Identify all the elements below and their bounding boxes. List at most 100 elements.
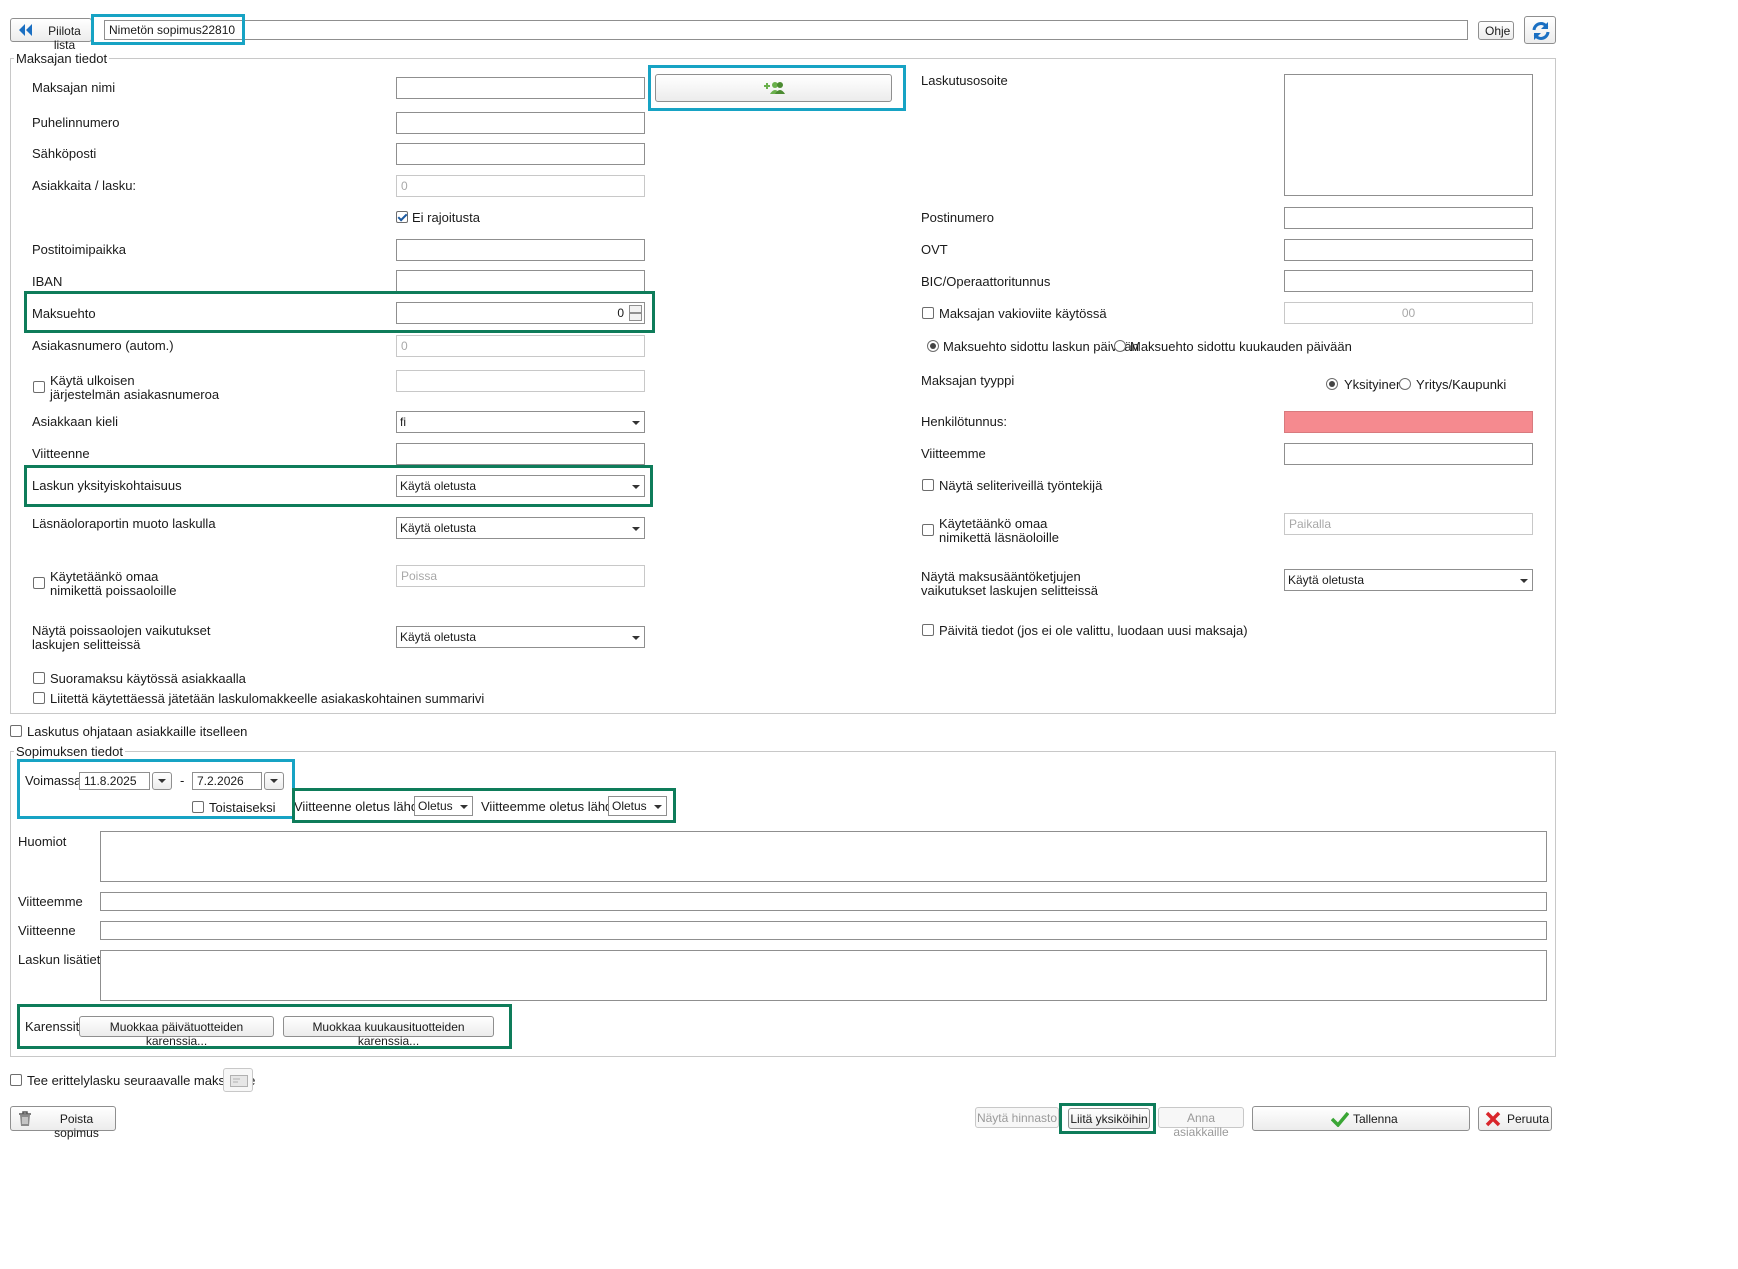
language-label: Asiakkaan kieli xyxy=(32,414,118,429)
city-input[interactable] xyxy=(396,239,645,261)
customers-per-invoice-input: 0 xyxy=(396,175,645,197)
show-prices-button[interactable]: Näytä hinnasto xyxy=(975,1107,1059,1128)
highlight-attach-units xyxy=(1059,1103,1156,1134)
highlight-select-customer xyxy=(648,65,906,111)
default-ref-label: Maksajan vakioviite käytössä xyxy=(939,306,1107,321)
double-chevron-left-icon xyxy=(19,24,32,36)
help-button[interactable]: Ohje xyxy=(1478,21,1514,40)
iban-label: IBAN xyxy=(32,274,63,289)
term-invoice-date-label: Maksuehto sidottu laskun päivään xyxy=(943,339,1139,354)
absence-title-input: Poissa xyxy=(396,565,645,587)
phone-input[interactable] xyxy=(396,112,645,134)
attendance-format-select[interactable]: Käytä oletusta xyxy=(396,517,645,539)
presence-title-input: Paikalla xyxy=(1284,513,1533,535)
bic-label: BIC/Operaattoritunnus xyxy=(921,274,1051,289)
contract-your-ref-input[interactable] xyxy=(100,921,1547,940)
invoice-extra-label: Laskun lisätieto xyxy=(18,952,108,967)
fee-rule-effects-select[interactable]: Käytä oletusta xyxy=(1284,569,1533,591)
itemized-invoice-label: Tee erittelylasku seuraavalle maksajalle xyxy=(27,1073,256,1088)
fee-rule-effects-label-2: vaikutukset laskujen selitteissä xyxy=(921,583,1099,598)
own-presence-title-label-2: nimikettä läsnäoloille xyxy=(939,530,1059,545)
attachment-summary-checkbox[interactable] xyxy=(33,692,45,704)
attendance-format-label: Läsnäoloraportin muoto laskulla xyxy=(32,516,216,531)
delete-contract-button[interactable]: Poista sopimus xyxy=(10,1106,116,1140)
your-ref-label: Viitteenne xyxy=(32,446,90,461)
highlight-validity xyxy=(17,759,295,819)
update-info-checkbox[interactable] xyxy=(922,624,934,636)
absence-effects-label-2: laskujen selitteissä xyxy=(32,637,141,652)
no-limit-checkbox[interactable] xyxy=(396,211,408,223)
own-absence-title-checkbox[interactable] xyxy=(33,577,45,589)
contract-section-title: Sopimuksen tiedot xyxy=(14,744,125,759)
contract-name-input[interactable]: Nimetön sopimus22810 xyxy=(104,20,1468,40)
phone-label: Puhelinnumero xyxy=(32,115,120,130)
self-billing-label: Laskutus ohjataan asiakkaille itselleen xyxy=(27,724,248,739)
invoice-extra-textarea[interactable] xyxy=(100,950,1547,1001)
type-private-label: Yksityinen xyxy=(1344,377,1404,392)
save-button[interactable]: Tallenna xyxy=(1252,1106,1470,1131)
billing-address-label: Laskutusosoite xyxy=(921,73,1008,88)
highlight-payment-term xyxy=(24,291,655,333)
customers-per-invoice-label: Asiakkaita / lasku: xyxy=(32,178,137,193)
contract-our-ref-input[interactable] xyxy=(100,892,1547,911)
type-company-radio[interactable] xyxy=(1399,378,1411,390)
own-absence-title-label-2: nimikettä poissaoloille xyxy=(50,583,177,598)
city-label: Postitoimipaikka xyxy=(32,242,126,257)
highlight-contract-name xyxy=(91,14,245,45)
email-label: Sähköposti xyxy=(32,146,97,161)
bic-input[interactable] xyxy=(1284,270,1533,292)
language-select[interactable]: fi xyxy=(396,411,645,433)
notes-label: Huomiot xyxy=(18,834,67,849)
postal-code-label: Postinumero xyxy=(921,210,994,225)
check-icon xyxy=(1331,1111,1349,1127)
own-presence-title-checkbox[interactable] xyxy=(922,524,934,536)
refresh-icon xyxy=(1532,22,1550,40)
payer-name-label: Maksajan nimi xyxy=(32,80,116,95)
term-month-day-label: Maksuehto sidottu kuukauden päivään xyxy=(1130,339,1352,354)
attachment-summary-label: Liitettä käytettäessä jätetään laskuloma… xyxy=(50,691,485,706)
absence-effects-select[interactable]: Käytä oletusta xyxy=(396,626,645,648)
contract-your-ref-label: Viitteenne xyxy=(18,923,76,938)
your-ref-input[interactable] xyxy=(396,443,645,465)
select-payer-button[interactable] xyxy=(223,1068,253,1092)
highlight-waiting xyxy=(17,1004,512,1049)
payer-name-input[interactable] xyxy=(396,77,645,99)
hide-list-button[interactable]: Piilota lista xyxy=(10,18,92,52)
highlight-ref-sources xyxy=(292,788,676,823)
our-ref-input[interactable] xyxy=(1284,443,1533,465)
direct-payment-checkbox[interactable] xyxy=(33,672,45,684)
payer-type-label: Maksajan tyyppi xyxy=(921,373,1015,388)
show-employee-label: Näytä seliteriveillä työntekijä xyxy=(939,478,1103,493)
update-info-label: Päivitä tiedot (jos ei ole valittu, luod… xyxy=(939,623,1248,638)
external-number-input xyxy=(396,370,645,392)
type-private-radio[interactable] xyxy=(1326,378,1338,390)
ssn-input[interactable] xyxy=(1284,411,1533,433)
customer-number-input: 0 xyxy=(396,335,645,357)
cancel-button[interactable]: Peruuta xyxy=(1478,1106,1552,1131)
refresh-button[interactable] xyxy=(1524,16,1556,44)
trash-icon xyxy=(19,1111,31,1126)
term-invoice-date-radio[interactable] xyxy=(927,340,939,352)
external-number-checkbox[interactable] xyxy=(33,381,45,393)
term-month-day-radio[interactable] xyxy=(1114,340,1126,352)
default-ref-input: 00 xyxy=(1284,302,1533,324)
postal-code-input[interactable] xyxy=(1284,207,1533,229)
ovt-input[interactable] xyxy=(1284,239,1533,261)
notes-textarea[interactable] xyxy=(100,831,1547,882)
contract-our-ref-label: Viitteemme xyxy=(18,894,83,909)
type-company-label: Yritys/Kaupunki xyxy=(1416,377,1507,392)
card-icon xyxy=(230,1075,248,1087)
payer-section-title: Maksajan tiedot xyxy=(14,51,110,66)
our-ref-label: Viitteemme xyxy=(921,446,986,461)
default-ref-checkbox[interactable] xyxy=(922,307,934,319)
billing-address-textarea[interactable] xyxy=(1284,74,1533,196)
direct-payment-label: Suoramaksu käytössä asiakkaalla xyxy=(50,671,246,686)
email-input[interactable] xyxy=(396,143,645,165)
ovt-label: OVT xyxy=(921,242,948,257)
show-employee-checkbox[interactable] xyxy=(922,479,934,491)
iban-input[interactable] xyxy=(396,270,645,292)
give-customers-button[interactable]: Anna asiakkaille xyxy=(1158,1107,1244,1139)
highlight-invoice-privacy xyxy=(24,465,653,507)
self-billing-checkbox[interactable] xyxy=(10,725,22,737)
itemized-invoice-checkbox[interactable] xyxy=(10,1074,22,1086)
